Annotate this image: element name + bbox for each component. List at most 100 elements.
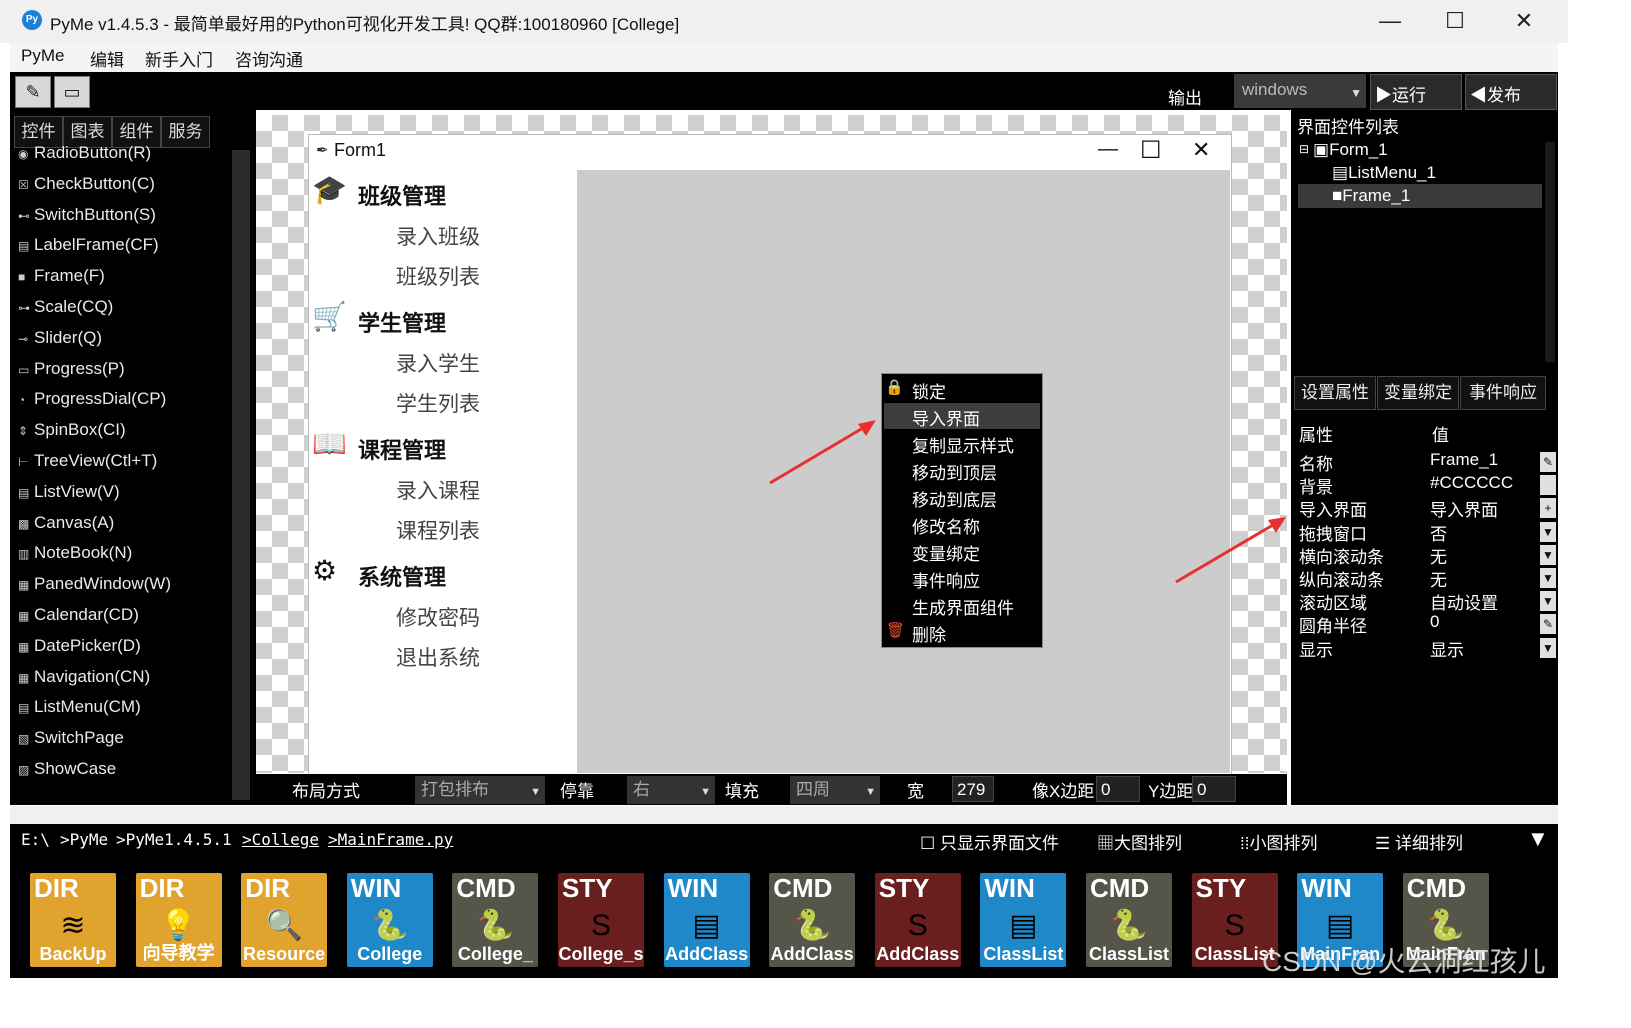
widget-item[interactable]: ⊸ Slider(Q) bbox=[18, 328, 208, 356]
path-mainframe[interactable]: >MainFrame.py bbox=[328, 830, 453, 849]
context-menu-item[interactable]: 删除 bbox=[912, 621, 946, 646]
menu-consult[interactable]: 咨询沟通 bbox=[235, 46, 303, 71]
widget-item[interactable]: ▨ ShowCase bbox=[18, 759, 208, 787]
menu-sub-item[interactable]: 录入课程 bbox=[396, 475, 480, 505]
menu-beginner[interactable]: 新手入门 bbox=[145, 46, 213, 71]
file-tile[interactable]: DIR ≋ BackUp bbox=[30, 873, 116, 967]
widget-item[interactable]: ▤ ListView(V) bbox=[18, 482, 208, 510]
prop-value[interactable]: Frame_1 bbox=[1430, 450, 1498, 470]
maximize-button[interactable]: ☐ bbox=[1425, 4, 1485, 38]
file-tile[interactable]: STY S College_s bbox=[558, 873, 644, 967]
tree-item-form[interactable]: ▣Form_1 bbox=[1313, 140, 1388, 160]
form-close-button[interactable]: ✕ bbox=[1192, 137, 1210, 163]
widget-item[interactable]: ◉ RadioButton(R) bbox=[18, 143, 208, 171]
publish-button[interactable]: ◀发布 bbox=[1465, 74, 1557, 110]
widget-item[interactable]: ☒ CheckButton(C) bbox=[18, 174, 208, 202]
prop-value[interactable]: 导入界面 bbox=[1430, 496, 1498, 521]
file-tile[interactable]: CMD 🐍 AddClass bbox=[769, 873, 856, 967]
widget-item[interactable]: ⊢ TreeView(Ctl+T) bbox=[18, 451, 208, 479]
only-ui-files-checkbox[interactable]: ☐ 只显示界面文件 bbox=[920, 829, 1059, 854]
menu-group-header[interactable]: 班级管理 bbox=[358, 179, 446, 211]
small-icons-view[interactable]: ⁞⁞小图排列 bbox=[1240, 829, 1317, 854]
widget-item[interactable]: ▥ NoteBook(N) bbox=[18, 543, 208, 571]
menu-group-header[interactable]: 学生管理 bbox=[358, 306, 446, 338]
xpad-input[interactable]: 0 bbox=[1096, 776, 1140, 802]
tree-item-listmenu[interactable]: ▤ListMenu_1 bbox=[1332, 163, 1436, 183]
file-tile[interactable]: STY S AddClass bbox=[874, 873, 961, 967]
tab-event-response[interactable]: 事件响应 bbox=[1460, 376, 1546, 410]
prop-edit-button[interactable]: ▼ bbox=[1540, 521, 1556, 542]
context-menu-item[interactable]: 导入界面 bbox=[912, 405, 980, 430]
tree-item-frame[interactable]: ■Frame_1 bbox=[1332, 186, 1410, 206]
file-tile[interactable]: CMD 🐍 ClassList bbox=[1086, 873, 1172, 967]
target-platform-select[interactable]: windows ▼ bbox=[1234, 74, 1366, 108]
prop-value[interactable]: 无 bbox=[1430, 543, 1447, 568]
form-minimize-button[interactable]: — bbox=[1098, 138, 1118, 161]
prop-value[interactable]: 无 bbox=[1430, 566, 1447, 591]
file-tile[interactable]: WIN ▤ AddClass bbox=[663, 873, 750, 967]
prop-value[interactable]: 否 bbox=[1430, 520, 1447, 545]
context-menu-item[interactable]: 锁定 bbox=[912, 378, 946, 403]
context-menu-item[interactable]: 修改名称 bbox=[912, 513, 980, 538]
menu-sub-item[interactable]: 录入学生 bbox=[396, 348, 480, 378]
widget-item[interactable]: ■ Frame(F) bbox=[18, 266, 208, 294]
prop-edit-button[interactable]: ▼ bbox=[1540, 568, 1556, 588]
layout-mode-select[interactable]: 打包排布 ▼ bbox=[415, 776, 545, 804]
prop-value[interactable]: 显示 bbox=[1430, 636, 1464, 661]
widget-item[interactable]: ▭ Progress(P) bbox=[18, 359, 208, 387]
design-mode-icon[interactable]: ✎ bbox=[15, 76, 51, 108]
prop-edit-button[interactable]: ▼ bbox=[1540, 544, 1556, 565]
prop-edit-button[interactable] bbox=[1540, 475, 1556, 496]
splitter[interactable] bbox=[10, 806, 1558, 824]
context-menu-item[interactable]: 移动到顶层 bbox=[912, 459, 997, 484]
widget-item[interactable]: ◔ ProgressDial(CP) bbox=[18, 389, 208, 417]
file-tile[interactable]: DIR 🔍 Resource bbox=[241, 873, 328, 967]
context-menu-item[interactable]: 变量绑定 bbox=[912, 540, 980, 565]
form-maximize-button[interactable]: ☐ bbox=[1140, 136, 1162, 165]
width-input[interactable]: 279 bbox=[952, 776, 994, 802]
ypad-input[interactable]: 0 bbox=[1192, 776, 1236, 802]
tab-variable-binding[interactable]: 变量绑定 bbox=[1377, 376, 1459, 410]
menu-group-header[interactable]: 课程管理 bbox=[358, 433, 446, 465]
menu-sub-item[interactable]: 班级列表 bbox=[396, 261, 480, 291]
collapse-triangle-icon[interactable]: ▼ bbox=[1527, 826, 1549, 852]
widget-item[interactable]: ▦ DatePicker(D) bbox=[18, 636, 208, 664]
tree-scrollbar[interactable] bbox=[1545, 142, 1555, 362]
context-menu-item[interactable]: 事件响应 bbox=[912, 567, 980, 592]
tree-expander-icon[interactable]: ⊟ bbox=[1299, 142, 1309, 156]
dock-select[interactable]: 右 ▼ bbox=[627, 776, 715, 804]
prop-edit-button[interactable]: ✎ bbox=[1540, 452, 1556, 472]
minimize-button[interactable]: — bbox=[1360, 4, 1420, 38]
menu-pyme[interactable]: PyMe bbox=[21, 46, 64, 66]
close-button[interactable]: ✕ bbox=[1494, 4, 1554, 38]
file-tile[interactable]: CMD 🐍 College_ bbox=[452, 873, 539, 967]
details-view[interactable]: ☰ 详细排列 bbox=[1375, 829, 1463, 854]
prop-edit-button[interactable]: ✎ bbox=[1540, 614, 1556, 635]
menu-sub-item[interactable]: 退出系统 bbox=[396, 642, 480, 672]
widget-item[interactable]: ▦ Navigation(CN) bbox=[18, 667, 208, 695]
menu-sub-item[interactable]: 修改密码 bbox=[396, 602, 480, 632]
prop-edit-button[interactable]: + bbox=[1540, 498, 1556, 519]
prop-value[interactable]: 自动设置 bbox=[1430, 589, 1498, 614]
widget-item[interactable]: ▤ ListMenu(CM) bbox=[18, 697, 208, 725]
menu-group-header[interactable]: 系统管理 bbox=[358, 560, 446, 592]
prop-edit-button[interactable]: ▼ bbox=[1540, 637, 1556, 658]
path-college[interactable]: >College bbox=[242, 830, 319, 849]
path-drive[interactable]: E:\ bbox=[21, 830, 50, 849]
context-menu-item[interactable]: 移动到底层 bbox=[912, 486, 997, 511]
context-menu-item[interactable]: 复制显示样式 bbox=[912, 432, 1014, 457]
run-button[interactable]: ▶运行 bbox=[1370, 74, 1462, 110]
fill-select[interactable]: 四周 ▼ bbox=[790, 776, 880, 804]
widget-item[interactable]: ▩ Canvas(A) bbox=[18, 513, 208, 541]
prop-value[interactable]: #CCCCCC bbox=[1430, 473, 1513, 493]
widget-item[interactable]: ▧ SwitchPage bbox=[18, 728, 208, 756]
prop-edit-button[interactable]: ▼ bbox=[1540, 591, 1556, 612]
widget-item[interactable]: ⊶ Scale(CQ) bbox=[18, 297, 208, 325]
tab-set-properties[interactable]: 设置属性 bbox=[1294, 376, 1376, 410]
preview-mode-icon[interactable]: ▭ bbox=[54, 76, 90, 108]
menu-sub-item[interactable]: 学生列表 bbox=[396, 388, 480, 418]
path-version[interactable]: >PyMe1.4.5.1 bbox=[116, 830, 232, 849]
context-menu-item[interactable]: 生成界面组件 bbox=[912, 594, 1014, 619]
large-icons-view[interactable]: ▦大图排列 bbox=[1097, 829, 1182, 854]
file-tile[interactable]: DIR 💡 向导教学 bbox=[135, 873, 222, 967]
